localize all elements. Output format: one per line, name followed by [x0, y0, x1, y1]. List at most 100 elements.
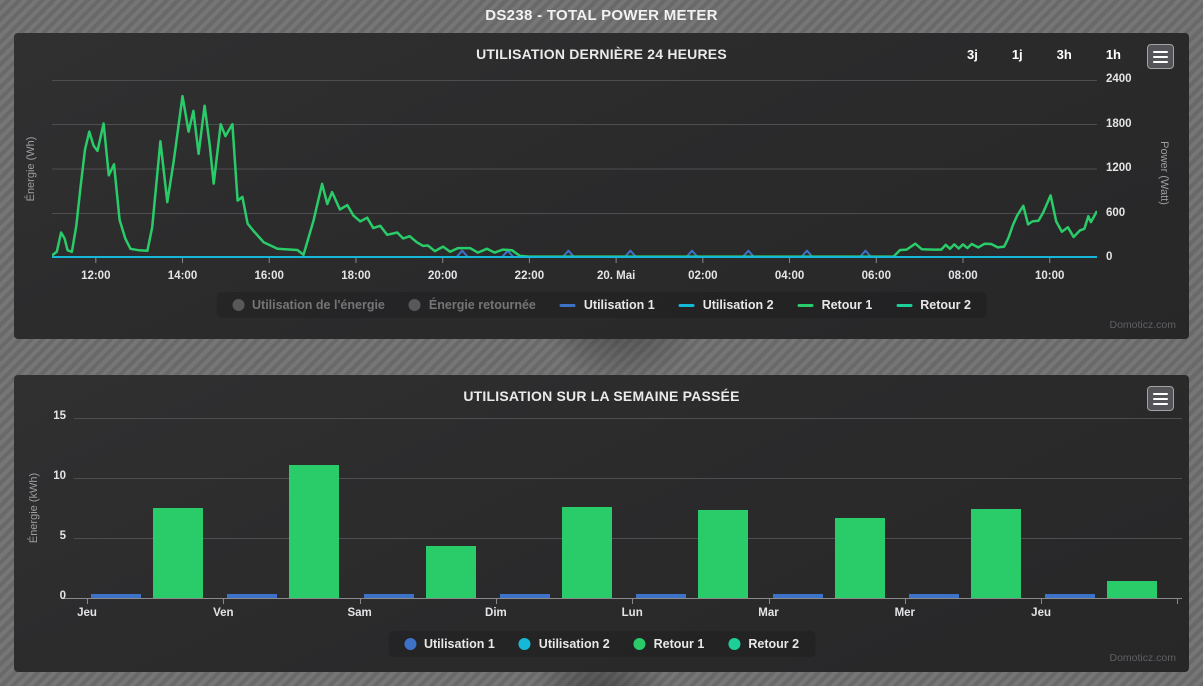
- legend-label: Retour 2: [748, 637, 799, 651]
- y-axis-tick-label: 2400: [1106, 73, 1132, 85]
- weekly-usage-chart-panel: UTILISATION SUR LA SEMAINE PASSÉE Énergi…: [14, 375, 1189, 672]
- legend-label: Utilisation 1: [424, 637, 495, 651]
- x-axis-tick: [632, 599, 633, 604]
- hamburger-icon: [1153, 51, 1168, 53]
- x-axis-tick-label: 18:00: [321, 270, 391, 282]
- bar-utilisation1-lun-4: [636, 594, 686, 598]
- legend-label: Utilisation 1: [584, 298, 655, 312]
- page: { "page": { "header_title": "DS238 - TOT…: [0, 0, 1203, 686]
- bar-utilisation1-jeu-0: [91, 594, 141, 598]
- bar-retour1-mer-6: [971, 509, 1021, 598]
- legend-circle-icon: [404, 638, 416, 650]
- y-axis-tick-label: 15: [32, 410, 66, 422]
- bar-retour1-jeu-7: [1107, 581, 1157, 598]
- x-axis-line: [62, 598, 1182, 599]
- x-axis-category-label: Lun: [597, 607, 667, 619]
- x-axis-tick: [87, 599, 88, 604]
- x-axis-category-label: Mer: [870, 607, 940, 619]
- hamburger-icon: [1153, 61, 1168, 63]
- legend-item-retour-2[interactable]: Retour 2: [896, 298, 971, 312]
- x-axis-tick-label: 14:00: [148, 270, 218, 282]
- y-axis-tick-label: 0: [1106, 251, 1112, 263]
- bar-retour1-sam-2: [426, 546, 476, 598]
- legend-label: Utilisation 2: [539, 637, 610, 651]
- domoticz-watermark: Domoticz.com: [1109, 319, 1176, 331]
- legend-line-icon: [896, 304, 912, 307]
- legend-circle-icon: [409, 299, 421, 311]
- chart2-context-menu-button[interactable]: [1147, 386, 1174, 411]
- daily-usage-chart-panel: UTILISATION DERNIÈRE 24 HEURES 3j1j3h1h …: [14, 33, 1189, 339]
- legend-item-retour-1[interactable]: Retour 1: [634, 637, 705, 651]
- legend-circle-icon: [519, 638, 531, 650]
- series-retour-1: [52, 96, 1097, 257]
- y-axis-tick-label: 600: [1106, 207, 1125, 219]
- range-button-1j[interactable]: 1j: [1008, 45, 1027, 64]
- daily-usage-plot-area: [52, 80, 1097, 264]
- page-header: DS238 - TOTAL POWER METER: [0, 0, 1203, 31]
- bar-retour1-lun-4: [698, 510, 748, 598]
- legend-label: Retour 1: [822, 298, 873, 312]
- x-axis-category-label: Ven: [188, 607, 258, 619]
- legend-item-utilisation-1[interactable]: Utilisation 1: [560, 298, 655, 312]
- bar-utilisation1-jeu-7: [1045, 594, 1095, 598]
- legend-item-utilisation-1[interactable]: Utilisation 1: [404, 637, 495, 651]
- x-axis-tick: [1041, 599, 1042, 604]
- bar-retour1-ven-1: [289, 465, 339, 598]
- x-axis-tick: [905, 599, 906, 604]
- range-button-3j[interactable]: 3j: [963, 45, 982, 64]
- y-axis-tick-label: 10: [32, 470, 66, 482]
- legend-label: Retour 1: [654, 637, 705, 651]
- chart1-context-menu-button[interactable]: [1147, 44, 1174, 69]
- chart2-legend: Utilisation 1 Utilisation 2 Retour 1 Retour…: [388, 631, 815, 657]
- hamburger-icon: [1153, 398, 1168, 400]
- legend-label: Utilisation de l'énergie: [252, 298, 385, 312]
- gridline: [74, 418, 1182, 419]
- legend-item-retour-1[interactable]: Retour 1: [798, 298, 873, 312]
- legend-item-retour-2[interactable]: Retour 2: [728, 637, 799, 651]
- y-axis-tick-label: 0: [32, 590, 66, 602]
- hamburger-icon: [1153, 393, 1168, 395]
- bar-utilisation1-mer-6: [909, 594, 959, 598]
- bar-utilisation1-mar-5: [773, 594, 823, 598]
- x-axis-tick: [769, 599, 770, 604]
- y-axis-tick-label: 1200: [1106, 162, 1132, 174]
- legend-item-utilisation-2[interactable]: Utilisation 2: [679, 298, 774, 312]
- bar-retour1-dim-3: [562, 507, 612, 598]
- legend-circle-icon: [728, 638, 740, 650]
- x-axis-category-label: Dim: [461, 607, 531, 619]
- x-axis-tick-label: 22:00: [494, 270, 564, 282]
- x-axis-tick-label: 08:00: [928, 270, 998, 282]
- y-axis-tick-label: 1800: [1106, 118, 1132, 130]
- legend-label: Retour 2: [920, 298, 971, 312]
- bar-utilisation1-ven-1: [227, 594, 277, 598]
- legend-item-utilisation-de-l-nergie[interactable]: Utilisation de l'énergie: [232, 298, 385, 312]
- x-axis-tick-label: 02:00: [668, 270, 738, 282]
- chart1-legend: Utilisation de l'énergie Énergie retourné…: [216, 292, 987, 318]
- hamburger-icon: [1153, 403, 1168, 405]
- weekly-usage-plot-area: [74, 418, 1182, 604]
- legend-item-utilisation-2[interactable]: Utilisation 2: [519, 637, 610, 651]
- x-axis-category-label: Sam: [325, 607, 395, 619]
- x-axis-tick-label: 12:00: [61, 270, 131, 282]
- x-axis-tick: [496, 599, 497, 604]
- x-axis-category-label: Jeu: [52, 607, 122, 619]
- chart2-title: UTILISATION SUR LA SEMAINE PASSÉE: [14, 388, 1189, 404]
- bar-utilisation1-dim-3: [500, 594, 550, 598]
- range-button-1h[interactable]: 1h: [1102, 45, 1125, 64]
- hamburger-icon: [1153, 56, 1168, 58]
- legend-circle-icon: [634, 638, 646, 650]
- gridline: [74, 478, 1182, 479]
- chart1-left-axis-title: Énergie (Wh): [25, 137, 37, 202]
- x-axis-tick-label: 06:00: [841, 270, 911, 282]
- x-axis-tick: [360, 599, 361, 604]
- legend-circle-icon: [232, 299, 244, 311]
- range-button-3h[interactable]: 3h: [1053, 45, 1076, 64]
- bar-retour1-mar-5: [835, 518, 885, 598]
- x-axis-tick-label: 04:00: [755, 270, 825, 282]
- x-axis-tick-label: 20. Mai: [581, 270, 651, 282]
- x-axis-tick: [1177, 599, 1178, 604]
- bar-retour1-jeu-0: [153, 508, 203, 598]
- legend-item--nergie-retourn-e[interactable]: Énergie retournée: [409, 298, 536, 312]
- range-selector: 3j 1j 3h 1h: [963, 45, 1125, 64]
- bar-utilisation1-sam-2: [364, 594, 414, 598]
